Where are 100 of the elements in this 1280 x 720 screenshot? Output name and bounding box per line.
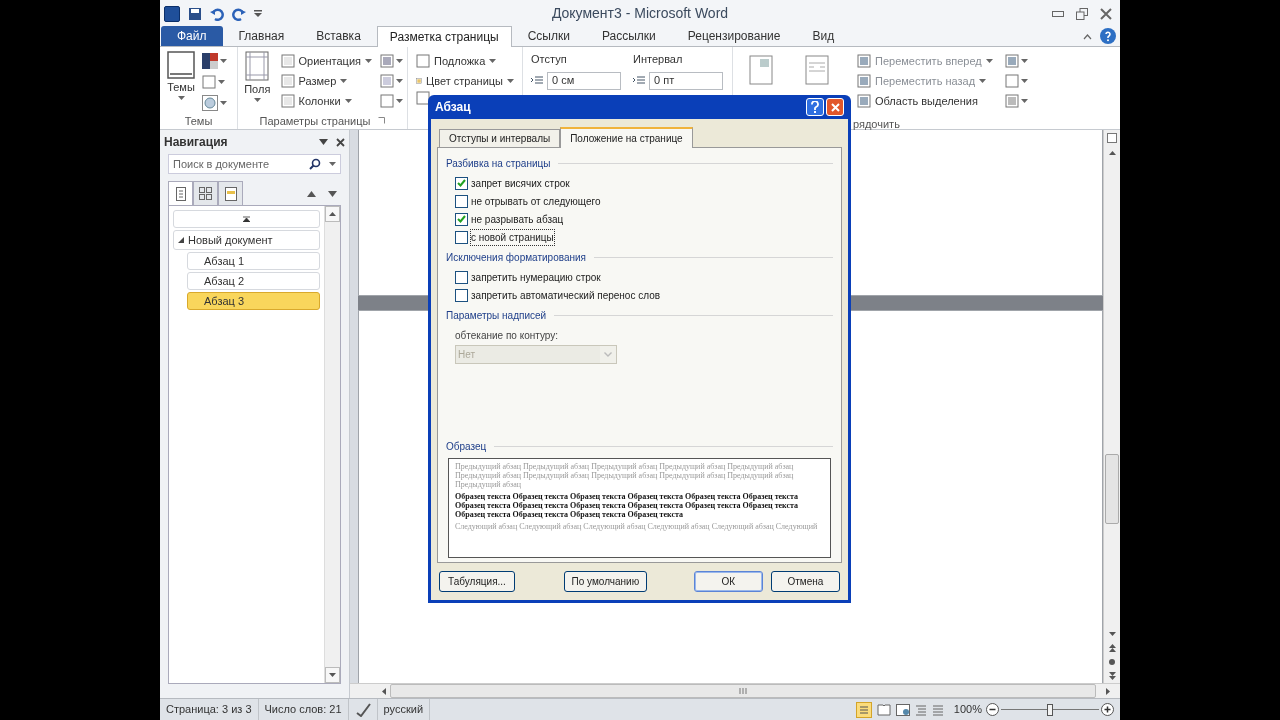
section-title: Разбивка на страницы: [446, 157, 551, 171]
hyphenation-button[interactable]: [380, 91, 403, 111]
minimize-icon[interactable]: [1052, 10, 1064, 17]
previous-heading-icon[interactable]: [307, 191, 316, 197]
dropdown-arrow-icon: [507, 79, 514, 83]
dropdown-arrow-icon: [177, 95, 185, 100]
align-button[interactable]: [1004, 51, 1028, 71]
group-button[interactable]: [1004, 71, 1028, 91]
search-field[interactable]: Поиск в документе: [168, 154, 341, 174]
ribbon-command[interactable]: Ориентация: [280, 51, 372, 71]
redo-icon[interactable]: [232, 6, 246, 21]
close-icon[interactable]: [336, 137, 345, 147]
sample-text: Образец текста Образец текста Образец текста Образец текста Образец текста Образец текста Образец текста Образец текста Образец текста Образец текста Образец текста Образец текста Образец текста Образец текста Образец текста Образец текста: [455, 492, 800, 519]
view-tab[interactable]: [168, 181, 193, 205]
spacing-icon: [633, 75, 645, 86]
dialog-button[interactable]: Отмена: [770, 571, 840, 592]
search-icon: [309, 158, 321, 170]
scroll-up-button[interactable]: [325, 206, 340, 222]
ribbon-command[interactable]: Область выделения: [857, 91, 993, 111]
document-icon: [175, 186, 186, 201]
ribbon-command[interactable]: Подложка: [416, 51, 514, 71]
customize-toolbar-icon[interactable]: [254, 8, 262, 19]
ribbon-command[interactable]: Колонки: [280, 91, 372, 111]
close-button[interactable]: [826, 98, 844, 116]
checkbox[interactable]: [455, 212, 468, 226]
zoom-out-icon[interactable]: [986, 703, 999, 716]
zoom-slider-thumb[interactable]: [1047, 703, 1053, 716]
ribbon-tab[interactable]: Главная: [222, 26, 301, 46]
undo-icon[interactable]: [210, 6, 224, 21]
dialog-tab[interactable]: Положение на странице: [560, 127, 693, 148]
ribbon-tab[interactable]: Вид: [796, 26, 851, 46]
scroll-down-button[interactable]: [325, 667, 340, 683]
heading-item[interactable]: Абзац 3: [187, 292, 320, 310]
margins-button[interactable]: Поля: [242, 51, 273, 113]
language[interactable]: русский: [377, 699, 431, 720]
help-icon[interactable]: [1100, 28, 1116, 44]
horizontal-scroll-thumb[interactable]: [390, 684, 1096, 698]
help-button[interactable]: [806, 98, 824, 116]
web-layout-icon[interactable]: [895, 703, 910, 716]
line-numbers-button[interactable]: [380, 71, 403, 91]
indent-field[interactable]: 0 см: [547, 71, 621, 90]
ribbon-command[interactable]: Цвет страницы: [416, 71, 514, 91]
theme-fonts-button[interactable]: [202, 72, 227, 92]
restore-icon[interactable]: [1076, 7, 1088, 20]
dialog-button[interactable]: ОК: [693, 571, 763, 592]
checkbox[interactable]: [455, 288, 468, 302]
collapse-ribbon-icon[interactable]: [1083, 34, 1092, 40]
ribbon-tab[interactable]: Разметка страницы: [376, 26, 512, 47]
ribbon-tab[interactable]: Ссылки: [511, 26, 586, 46]
themes-button[interactable]: Темы: [164, 51, 198, 113]
spacing-field[interactable]: 0 пт: [649, 71, 723, 90]
zoom-slider[interactable]: [1001, 702, 1099, 717]
theme-effects-button[interactable]: [202, 93, 227, 113]
heading-item[interactable]: Абзац 2: [187, 272, 320, 290]
ribbon-tab[interactable]: Вставка: [300, 26, 377, 46]
ribbon-command[interactable]: Размер: [280, 71, 372, 91]
view-tab[interactable]: [218, 181, 243, 205]
zoom-in-icon[interactable]: [1101, 703, 1114, 716]
page-count[interactable]: Страница: 3 из 3: [160, 699, 259, 720]
heading-item[interactable]: Новый документ: [173, 230, 320, 250]
up-arrow-icon: [329, 212, 336, 216]
scroll-thumb[interactable]: [1105, 454, 1119, 524]
ribbon-tab[interactable]: Рецензирование: [671, 26, 797, 46]
proofing-icon[interactable]: [354, 702, 371, 717]
save-icon[interactable]: [188, 6, 202, 21]
heading-item[interactable]: Абзац 1: [187, 252, 320, 270]
close-icon[interactable]: [1100, 7, 1112, 20]
circle-icon: [202, 95, 218, 111]
word-count[interactable]: Число слов: 21: [258, 699, 349, 720]
word-logo-icon[interactable]: [164, 5, 180, 22]
dropdown-arrow-icon: [365, 59, 372, 63]
checkbox[interactable]: [455, 270, 468, 284]
dropdown-arrow-icon: [1020, 99, 1028, 103]
view-tab[interactable]: [193, 181, 218, 205]
dropdown-arrow-icon: [220, 101, 227, 105]
pane-menu-icon[interactable]: [319, 139, 328, 145]
rotate-button[interactable]: [1004, 91, 1028, 111]
breaks-button[interactable]: [380, 51, 403, 71]
previous-paragraph-text: Предыдущий абзац Предыдущий абзац Предыдущий абзац Предыдущий абзац Предыдущий абзац Предыдущий абзац Предыдущий абзац Предыдущий абзац Предыдущий абзац Предыдущий абзац Предыдущий абзац: [455, 462, 795, 489]
dialog-launcher-icon[interactable]: [378, 117, 386, 125]
dropdown-arrow-icon: [396, 79, 403, 83]
checkbox-label: запрет висячих строк: [471, 176, 570, 191]
file-tab[interactable]: Файл: [161, 26, 223, 46]
ruler-toggle-button[interactable]: [1105, 130, 1119, 146]
checkbox[interactable]: [455, 230, 468, 244]
group-label: рядочить: [853, 118, 900, 130]
theme-colors-button[interactable]: [202, 51, 227, 71]
dialog-button[interactable]: Табуляция...: [439, 571, 515, 592]
up-arrow-icon: [1108, 151, 1116, 155]
wrap-text-icon: [805, 55, 829, 85]
checkbox[interactable]: [455, 194, 468, 208]
expanded-icon: [178, 237, 184, 243]
next-heading-icon[interactable]: [328, 191, 337, 197]
dialog-button[interactable]: По умолчанию: [563, 571, 647, 592]
dialog-tab[interactable]: Отступы и интервалы: [439, 129, 561, 147]
reading-layout-icon[interactable]: [876, 703, 891, 716]
left-arrow-icon: [382, 687, 386, 695]
ribbon-tab[interactable]: Рассылки: [585, 26, 672, 46]
checkbox[interactable]: [455, 176, 468, 190]
zoom-level[interactable]: 100%: [953, 701, 982, 718]
